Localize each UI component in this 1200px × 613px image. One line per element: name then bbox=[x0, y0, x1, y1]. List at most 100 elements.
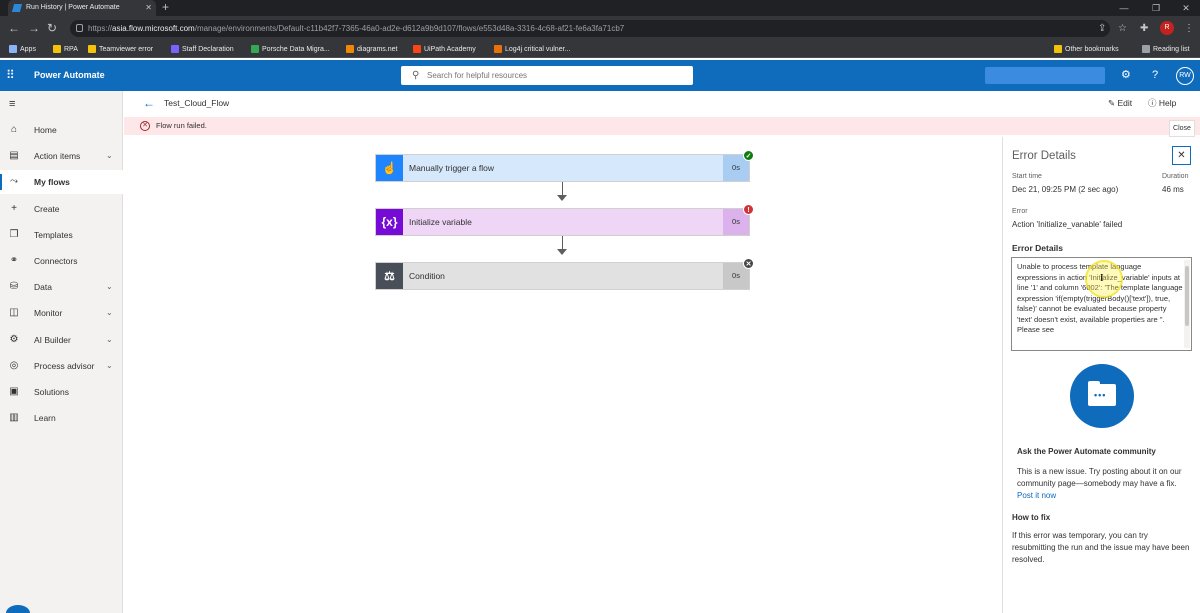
flow-step-initialize-variable[interactable]: {x} Initialize variable 0s bbox=[375, 208, 750, 236]
sidebar-item-home[interactable]: ⌂ Home bbox=[0, 118, 123, 142]
browser-back-icon[interactable]: ← bbox=[8, 20, 20, 36]
maximize-window-button[interactable]: ❐ bbox=[1142, 0, 1170, 16]
back-arrow-icon[interactable]: ← bbox=[143, 96, 155, 110]
how-to-fix-text: If this error was temporary, you can try… bbox=[1012, 531, 1190, 564]
url-text: https://asia.flow.microsoft.com/manage/e… bbox=[88, 24, 625, 33]
sidebar-item-label: Action items bbox=[34, 151, 81, 162]
touch-trigger-icon: ☝ bbox=[376, 155, 403, 181]
sidebar-item-ai-builder[interactable]: ⚙ AI Builder ⌄ bbox=[0, 328, 123, 352]
close-tab-icon[interactable]: ✕ bbox=[145, 0, 152, 16]
new-tab-button[interactable]: + bbox=[162, 0, 169, 15]
start-time-label: Start time bbox=[1012, 173, 1042, 180]
uipath-icon bbox=[413, 45, 421, 53]
solutions-icon: ▣ bbox=[9, 386, 19, 397]
flow-step-manually-trigger-a-flow[interactable]: ☝ Manually trigger a flow 0s bbox=[375, 154, 750, 182]
sidebar-item-label: My flows bbox=[34, 177, 70, 188]
post-it-now-link[interactable]: Post it now bbox=[1017, 491, 1056, 500]
sidebar-item-templates[interactable]: ❐ Templates bbox=[0, 223, 123, 247]
sidebar-item-connectors[interactable]: ⚭ Connectors bbox=[0, 249, 123, 273]
error-value: Action 'Initialize_vanable' failed bbox=[1012, 220, 1123, 229]
search-box[interactable]: ⚲ bbox=[401, 66, 693, 85]
bookmark-apps[interactable]: Apps bbox=[9, 41, 36, 58]
bookmark-log4j[interactable]: Log4j critical vulner... bbox=[494, 41, 570, 58]
scrollbar-thumb[interactable] bbox=[1185, 266, 1189, 326]
chevron-down-icon[interactable]: ⌄ bbox=[106, 275, 113, 299]
sidebar-item-action-items[interactable]: ▤ Action items ⌄ bbox=[0, 144, 123, 168]
sidebar-item-label: Templates bbox=[34, 229, 73, 240]
bookmark-teamviewer-error[interactable]: Teamviewer error bbox=[88, 41, 153, 58]
browser-tab[interactable]: Run History | Power Automate ✕ bbox=[8, 0, 156, 16]
hamburger-menu-icon[interactable]: ≡ bbox=[9, 99, 15, 110]
monitor-icon: ◫ bbox=[9, 307, 19, 319]
search-icon: ⚲ bbox=[412, 70, 420, 81]
clipboard-icon: ▤ bbox=[9, 150, 19, 162]
status-skipped-icon: ✕ bbox=[743, 258, 754, 269]
environment-picker[interactable] bbox=[985, 67, 1105, 84]
chevron-down-icon[interactable]: ⌄ bbox=[106, 144, 113, 168]
book-icon: ▥ bbox=[9, 412, 19, 424]
bookmark-uipath-academy[interactable]: UiPath Academy bbox=[413, 41, 476, 58]
lock-icon bbox=[76, 24, 83, 32]
sidebar-item-solutions[interactable]: ▣ Solutions bbox=[0, 380, 123, 404]
share-icon[interactable]: ⇪ bbox=[1098, 22, 1106, 35]
sidebar-item-process-advisor[interactable]: ◎ Process advisor ⌄ bbox=[0, 354, 123, 378]
chevron-down-icon[interactable]: ⌄ bbox=[106, 328, 113, 352]
drive-icon bbox=[251, 45, 259, 53]
bookmark-porsche-data-migration[interactable]: Porsche Data Migra... bbox=[251, 41, 330, 58]
help-question-icon[interactable]: ? bbox=[1152, 68, 1158, 82]
reading-list-icon bbox=[1142, 45, 1150, 53]
cursor-highlight bbox=[1085, 260, 1123, 298]
connector-icon: ⚭ bbox=[9, 255, 19, 266]
bookmark-star-icon[interactable]: ☆ bbox=[1118, 22, 1127, 35]
status-failed-icon: ! bbox=[743, 204, 754, 215]
app-launcher-icon[interactable]: ⠿ bbox=[6, 68, 20, 82]
sidebar-item-create[interactable]: + Create bbox=[0, 197, 123, 221]
close-panel-button[interactable]: ✕ bbox=[1172, 146, 1191, 165]
bookmark-diagrams-net[interactable]: diagrams.net bbox=[346, 41, 397, 58]
browser-profile-avatar[interactable]: R bbox=[1160, 21, 1174, 35]
sidebar-item-data[interactable]: ⛁ Data ⌄ bbox=[0, 275, 123, 299]
status-succeeded-icon: ✓ bbox=[743, 150, 754, 161]
flow-step-condition[interactable]: ⚖ Condition 0s bbox=[375, 262, 750, 290]
sidebar-item-label: Home bbox=[34, 125, 57, 135]
user-avatar[interactable]: RW bbox=[1176, 67, 1194, 85]
other-bookmarks[interactable]: Other bookmarks bbox=[1054, 41, 1119, 58]
folder-icon bbox=[88, 45, 96, 53]
chevron-down-icon[interactable]: ⌄ bbox=[106, 354, 113, 378]
sidebar-item-my-flows[interactable]: ⤳ My flows bbox=[0, 170, 123, 195]
sidebar-item-learn[interactable]: ▥ Learn bbox=[0, 406, 123, 430]
process-advisor-icon: ◎ bbox=[9, 359, 19, 371]
sidebar-item-label: Process advisor bbox=[34, 360, 95, 371]
browser-tab-title: Run History | Power Automate bbox=[26, 4, 120, 11]
extensions-puzzle-icon[interactable]: ✚ bbox=[1140, 22, 1148, 35]
chevron-down-icon[interactable]: ⌄ bbox=[106, 301, 113, 325]
condition-icon: ⚖ bbox=[376, 263, 403, 289]
form-icon bbox=[171, 45, 179, 53]
reload-icon[interactable]: ↻ bbox=[47, 20, 57, 36]
minimize-window-button[interactable]: — bbox=[1110, 0, 1138, 16]
step-connector-line bbox=[562, 236, 563, 250]
community-text: This is a new issue. Try posting about i… bbox=[1017, 467, 1182, 500]
home-icon: ⌂ bbox=[10, 124, 18, 135]
help-button[interactable]: ⓘ Help bbox=[1148, 97, 1176, 110]
bookmark-rpa[interactable]: RPA bbox=[53, 41, 78, 58]
sidebar-item-monitor[interactable]: ◫ Monitor ⌄ bbox=[0, 301, 123, 325]
close-window-button[interactable]: ✕ bbox=[1172, 0, 1200, 16]
folder-icon bbox=[1054, 45, 1062, 53]
close-tooltip: Close bbox=[1169, 120, 1195, 137]
variable-icon: {x} bbox=[376, 209, 403, 235]
flow-name: Test_Cloud_Flow bbox=[164, 98, 230, 108]
settings-gear-icon[interactable]: ⚙ bbox=[1121, 68, 1131, 82]
sidebar-item-label: Monitor bbox=[34, 308, 63, 319]
reading-list[interactable]: Reading list bbox=[1142, 41, 1190, 58]
address-bar[interactable]: https://asia.flow.microsoft.com/manage/e… bbox=[70, 20, 1110, 37]
browser-forward-icon[interactable]: → bbox=[28, 20, 40, 36]
duration-label: Duration bbox=[1162, 173, 1189, 180]
duration-value: 46 ms bbox=[1162, 185, 1184, 194]
search-input[interactable] bbox=[427, 68, 677, 83]
browser-menu-icon[interactable]: ⋮ bbox=[1184, 22, 1194, 35]
bookmark-staff-declaration[interactable]: Staff Declaration bbox=[171, 41, 234, 58]
edit-button[interactable]: ✎ Edit bbox=[1108, 97, 1132, 110]
flow-icon: ⤳ bbox=[10, 176, 18, 188]
app-name[interactable]: Power Automate bbox=[34, 60, 105, 91]
